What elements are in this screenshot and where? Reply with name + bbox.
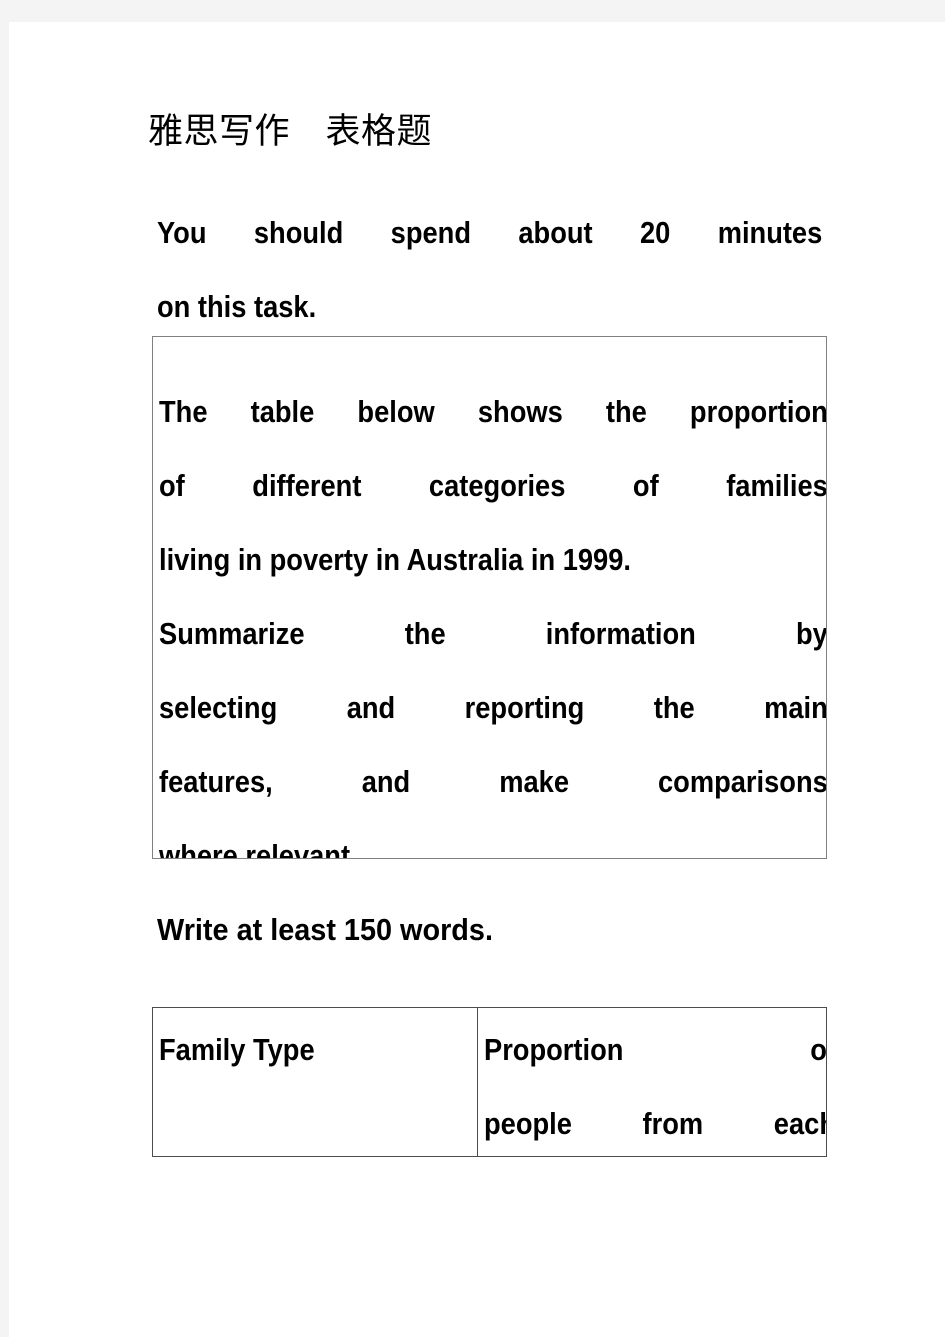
family-poverty-table: Family Type Proportion of people from ea… — [152, 1007, 827, 1157]
cell-content-family-type: Family Type — [153, 1008, 477, 1156]
document-page: 雅思写作 表格题 You should spend about 20 minut… — [9, 22, 945, 1337]
table-header-proportion: Proportion of people from each — [484, 1013, 827, 1156]
prompt-paragraph: The table below shows the proportion of … — [159, 375, 827, 859]
prompt-line-7: where relevant. — [159, 838, 358, 859]
page-canvas: 雅思写作 表格题 You should spend about 20 minut… — [0, 0, 945, 1337]
task-prompt-box: The table below shows the proportion of … — [152, 336, 827, 859]
cell-content-proportion: Proportion of people from each — [478, 1008, 827, 1156]
prompt-line-1: The table below shows the proportion — [159, 394, 827, 429]
task-prompt-text: The table below shows the proportion of … — [159, 344, 827, 859]
table-header-family-type: Family Type — [159, 1032, 315, 1067]
prompt-line-6: features, and make comparisons — [159, 764, 827, 799]
prompt-line-3: living in poverty in Australia in 1999. — [159, 542, 631, 577]
table-header-proportion-line-1: Proportion of — [484, 1032, 827, 1067]
intro-line-1: You should spend about 20 minutes — [157, 215, 823, 250]
intro-paragraph: You should spend about 20 minutes on thi… — [157, 196, 913, 344]
intro-line-2: on this task. — [157, 289, 317, 324]
prompt-line-4: Summarize the information by — [159, 616, 827, 651]
word-count-note-text: Write at least 150 words. — [157, 912, 493, 947]
prompt-line-2: of different categories of families — [159, 468, 827, 503]
table-cell-family-type: Family Type — [153, 1008, 478, 1156]
table-element: Family Type Proportion of people from ea… — [153, 1008, 827, 1156]
word-count-note: Write at least 150 words. — [157, 862, 913, 998]
table-header-proportion-line-2: people from each — [484, 1106, 827, 1141]
prompt-line-5: selecting and reporting the main — [159, 690, 827, 725]
intro-text: You should spend about 20 minutes on thi… — [157, 196, 822, 344]
table-row: Family Type Proportion of people from ea… — [153, 1008, 827, 1156]
page-title: 雅思写作 表格题 — [148, 112, 433, 151]
table-cell-proportion: Proportion of people from each — [477, 1008, 827, 1156]
